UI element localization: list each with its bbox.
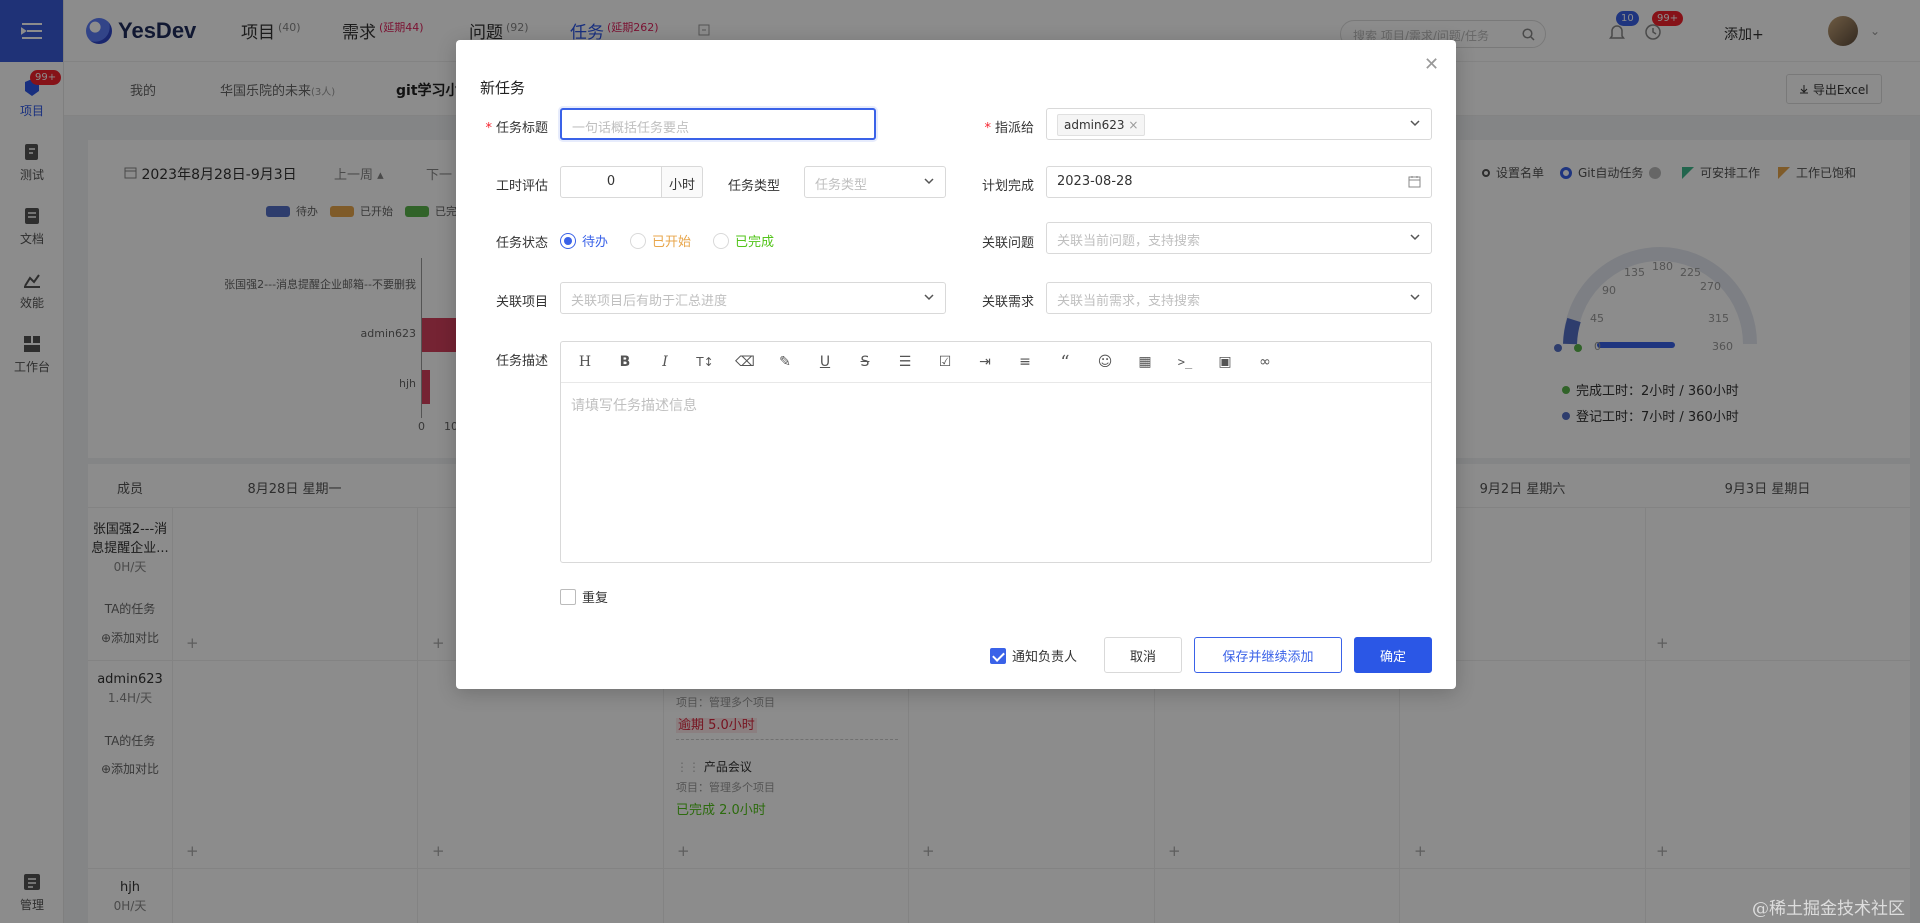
related-project-select[interactable]: 关联项目后有助于汇总进度 bbox=[560, 282, 946, 314]
task-type-select[interactable]: 任务类型 bbox=[804, 166, 946, 198]
font-size-icon[interactable]: T↕ bbox=[695, 352, 715, 372]
chevron-down-icon bbox=[1410, 120, 1420, 127]
bullet-list-icon[interactable]: ☰ bbox=[895, 352, 915, 372]
indent-icon[interactable]: ⇥ bbox=[975, 352, 995, 372]
notify-owner-checkbox[interactable]: 通知负责人 bbox=[990, 646, 1077, 665]
task-title-input[interactable]: 一句话概括任务要点 bbox=[560, 108, 876, 140]
heading-icon[interactable]: H bbox=[575, 352, 595, 372]
chevron-down-icon bbox=[1410, 294, 1420, 301]
status-label: 任务状态 bbox=[495, 236, 548, 251]
due-label: 计划完成 bbox=[981, 179, 1034, 194]
link-icon[interactable]: ∞ bbox=[1255, 352, 1275, 372]
project-label: 关联项目 bbox=[495, 295, 548, 310]
image-icon[interactable]: ▣ bbox=[1215, 352, 1235, 372]
dialog-title: 新任务 bbox=[480, 79, 526, 97]
close-icon[interactable]: ✕ bbox=[1424, 54, 1439, 75]
quote-icon[interactable]: “ bbox=[1055, 352, 1075, 373]
bold-icon[interactable]: B bbox=[615, 352, 635, 372]
chevron-down-icon bbox=[924, 294, 934, 301]
assignee-label: * 指派给 bbox=[984, 121, 1034, 136]
estimate-unit: 小时 bbox=[662, 166, 704, 198]
brush-icon[interactable]: ✎ bbox=[775, 352, 795, 372]
related-issue-select[interactable]: 关联当前问题，支持搜索 bbox=[1046, 222, 1432, 254]
eraser-icon[interactable]: ⌫ bbox=[735, 352, 755, 372]
cancel-button[interactable]: 取消 bbox=[1104, 637, 1182, 673]
related-requirement-select[interactable]: 关联当前需求，支持搜索 bbox=[1046, 282, 1432, 314]
assignee-select[interactable]: admin623 × bbox=[1046, 108, 1432, 140]
status-radio-todo[interactable]: 待办 bbox=[560, 231, 608, 250]
issue-label: 关联问题 bbox=[981, 236, 1034, 251]
status-radio-done[interactable]: 已完成 bbox=[713, 231, 774, 250]
code-icon[interactable]: >_ bbox=[1175, 352, 1195, 372]
chevron-down-icon bbox=[924, 178, 934, 185]
emoji-icon[interactable]: ☺ bbox=[1095, 352, 1115, 372]
italic-icon[interactable]: I bbox=[655, 352, 675, 372]
checkbox-list-icon[interactable]: ☑ bbox=[935, 352, 955, 372]
strikethrough-icon[interactable]: S bbox=[855, 352, 875, 372]
type-label: 任务类型 bbox=[727, 179, 780, 194]
watermark: @稀土掘金技术社区 bbox=[1752, 899, 1905, 919]
status-radio-started[interactable]: 已开始 bbox=[630, 231, 691, 250]
confirm-button[interactable]: 确定 bbox=[1354, 637, 1432, 673]
underline-icon[interactable]: U bbox=[815, 352, 835, 372]
req-label: 关联需求 bbox=[981, 295, 1034, 310]
editor-toolbar: H B I T↕ ⌫ ✎ U S ☰ ☑ ⇥ ≡ “ ☺ ▦ >_ ▣ ∞ bbox=[561, 342, 1431, 383]
description-editor[interactable]: H B I T↕ ⌫ ✎ U S ☰ ☑ ⇥ ≡ “ ☺ ▦ >_ ▣ ∞ 请填… bbox=[560, 341, 1432, 563]
repeat-checkbox[interactable]: 重复 bbox=[560, 587, 608, 606]
title-label: * 任务标题 bbox=[485, 121, 548, 136]
editor-placeholder: 请填写任务描述信息 bbox=[571, 398, 697, 414]
due-date-input[interactable]: 2023-08-28 bbox=[1046, 166, 1432, 198]
table-icon[interactable]: ▦ bbox=[1135, 352, 1155, 372]
save-and-continue-button[interactable]: 保存并继续添加 bbox=[1194, 637, 1342, 673]
desc-label: 任务描述 bbox=[495, 354, 548, 369]
align-icon[interactable]: ≡ bbox=[1015, 352, 1035, 372]
assignee-tag: admin623 × bbox=[1057, 114, 1146, 136]
new-task-dialog: 新任务 ✕ * 任务标题 一句话概括任务要点 * 指派给 admin623 × 工时… bbox=[456, 40, 1456, 689]
calendar-icon bbox=[1408, 176, 1421, 188]
tag-close-icon[interactable]: × bbox=[1128, 118, 1138, 132]
estimate-input[interactable]: 0 bbox=[560, 166, 662, 198]
chevron-down-icon bbox=[1410, 234, 1420, 241]
estimate-label: 工时评估 bbox=[495, 179, 548, 194]
